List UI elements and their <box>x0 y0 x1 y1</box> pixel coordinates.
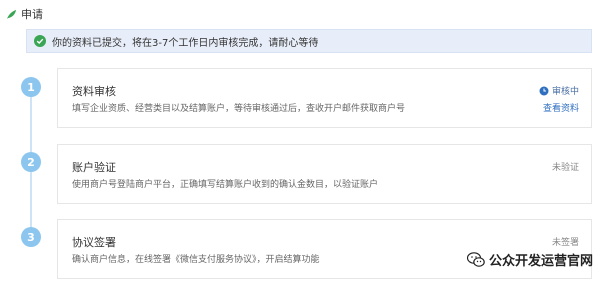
notice-text: 你的资料已提交，将在3-7个工作日内审核完成，请耐心等待 <box>52 37 319 49</box>
step-title: 资料审核 <box>72 85 116 98</box>
step-number-3: 3 <box>21 227 41 247</box>
step-card-agreement: 协议签署 确认商户信息，在线签署《微信支付服务协议》，开启结算功能 未签署 <box>57 219 592 279</box>
step-card-review: 资料审核 填写企业资质、经营类目以及结算账户，等待审核通过后，查收开户邮件获取商… <box>57 68 592 128</box>
step-card-verify: 账户验证 使用商户号登陆商户平台，正确填写结算账户收到的确认金数目，以验证账户 … <box>57 144 592 204</box>
step-number-1: 1 <box>21 77 41 97</box>
clock-icon <box>539 86 549 95</box>
page-header: 申请 <box>6 4 43 24</box>
step-status-label: 未签署 <box>551 238 579 248</box>
wechat-icon <box>466 251 485 267</box>
step-status-label: 审核中 <box>551 87 579 97</box>
step-number-2: 2 <box>21 152 41 172</box>
leaf-icon <box>6 9 17 19</box>
watermark-text: 公众开发运营官网 <box>488 254 593 269</box>
step-status: 未验证 <box>552 160 579 173</box>
step-title: 账户验证 <box>72 161 116 174</box>
submission-notice: 你的资料已提交，将在3-7个工作日内审核完成，请耐心等待 <box>26 29 592 53</box>
view-materials-link[interactable]: 查看资料 <box>543 101 579 114</box>
step-status: 未签署 <box>552 235 579 248</box>
watermark: 公众开发运营官网 <box>466 250 593 269</box>
step-description: 确认商户信息，在线签署《微信支付服务协议》，开启结算功能 <box>72 255 320 265</box>
step-status: 审核中 <box>539 84 579 97</box>
step-title: 协议签署 <box>72 236 116 249</box>
check-circle-icon <box>34 35 46 47</box>
step-status-label: 未验证 <box>551 163 579 173</box>
step-description: 填写企业资质、经营类目以及结算账户，等待审核通过后，查收开户邮件获取商户号 <box>72 104 406 114</box>
page-title: 申请 <box>21 8 43 21</box>
step-description: 使用商户号登陆商户平台，正确填写结算账户收到的确认金数目，以验证账户 <box>72 180 379 190</box>
